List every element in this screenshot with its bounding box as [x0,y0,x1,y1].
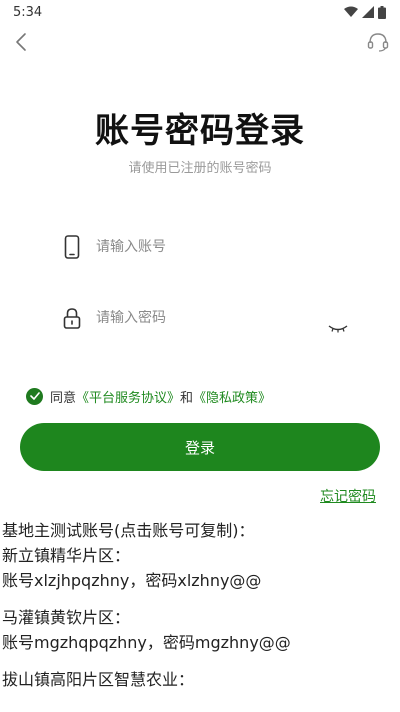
signal-icon [362,6,374,18]
section-account[interactable]: 账号mgzhqpqzhny，密码mgzhny@@ [2,630,398,655]
status-icons [344,5,386,19]
chevron-left-icon [16,33,26,51]
section-account[interactable]: 账号xlzjhpqzhny，密码xlzhny@@ [2,568,398,593]
account-field [60,231,360,263]
page-title: 账号密码登录 [95,111,305,151]
privacy-policy-link[interactable]: 《隐私政策》 [193,387,271,406]
info-heading: 基地主测试账号(点击账号可复制)： [2,521,255,540]
page-subtitle: 请使用已注册的账号密码 [128,161,272,176]
password-field [60,302,360,334]
battery-icon [378,5,386,19]
agreement-row: 同意 《平台服务协议》 和 《隐私政策》 [26,386,271,406]
customer-service-button[interactable] [364,28,392,56]
forgot-password-link[interactable]: 忘记密码 [320,486,376,506]
phone-icon [60,234,84,260]
check-icon [29,392,40,400]
agreement-and: 和 [180,390,194,406]
section-name: 马灌镇黄钦片区： [2,608,131,627]
login-button[interactable]: 登录 [20,423,380,471]
back-button[interactable] [8,28,34,56]
section-name: 新立镇精华片区： [2,546,131,565]
section-name: 拔山镇高阳片区智慧农业： [2,670,195,689]
platform-agreement-link[interactable]: 《平台服务协议》 [76,387,180,406]
lock-icon [60,305,84,331]
account-input[interactable] [96,239,296,255]
wifi-icon [344,6,358,17]
status-time: 5:34 [13,4,43,20]
status-bar: 5:34 [0,0,400,24]
password-input[interactable] [96,310,296,326]
agreement-checkbox[interactable] [26,387,43,405]
headset-icon [367,33,389,52]
agreement-prefix: 同意 [50,390,77,406]
test-account-info: 基地主测试账号(点击账号可复制)： 新立镇精华片区： 账号xlzjhpqzhny… [2,518,398,692]
top-nav [0,24,400,60]
eye-closed-icon[interactable] [328,318,348,337]
